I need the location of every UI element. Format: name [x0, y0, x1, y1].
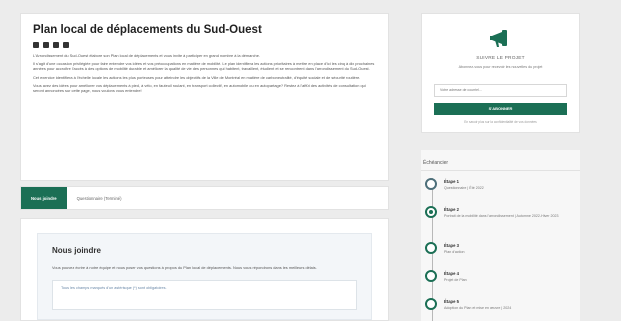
timeline-step: Étape 2 Portrait de la mobilité dans l'a…	[425, 206, 558, 219]
timeline: Échéancier Étape 1 Questionnaire | Été 2…	[421, 150, 580, 321]
tab-bar: Nous joindre Questionnaire (Terminé)	[20, 186, 389, 210]
step-title: Étape 5	[444, 299, 459, 304]
intro-paragraph: Il s'agit d'une occasion privilégiée pou…	[33, 61, 375, 72]
step-desc: Portrait de la mobilité dans l'arrondiss…	[444, 214, 559, 218]
page-title: Plan local de déplacements du Sud-Ouest	[33, 24, 262, 36]
megaphone-icon	[489, 28, 513, 50]
step-upcoming-icon	[425, 270, 437, 282]
email-field[interactable]	[434, 83, 567, 97]
step-title: Étape 3	[444, 243, 459, 248]
follow-project-box: SUIVRE LE PROJET Abonnez-vous pour recev…	[421, 13, 580, 133]
social-share	[33, 42, 376, 48]
project-description: Plan local de déplacements du Sud-Ouest …	[20, 13, 389, 181]
step-title: Étape 4	[444, 271, 459, 276]
contact-title: Nous joindre	[52, 246, 101, 255]
timeline-step: Étape 4 Projet de Plan	[425, 270, 467, 283]
intro-paragraph: Vous avez des idées pour améliorer vos d…	[33, 82, 366, 94]
facebook-icon[interactable]	[33, 42, 39, 48]
timeline-step: Étape 3 Plan d'action	[425, 242, 464, 255]
contact-card: Nous joindre Vous pouvez écrire à notre …	[37, 233, 372, 320]
linkedin-icon[interactable]	[53, 42, 59, 48]
intro-paragraph: L'Arrondissement du Sud-Ouest élabore so…	[33, 53, 260, 58]
step-upcoming-icon	[425, 298, 437, 310]
tab-nous-joindre[interactable]: Nous joindre	[21, 187, 67, 209]
follow-title: SUIVRE LE PROJET	[476, 56, 525, 61]
contact-section: Nous joindre Vous pouvez écrire à notre …	[20, 218, 389, 321]
step-desc: Projet de Plan	[444, 278, 467, 282]
step-desc: Plan d'action	[444, 250, 465, 254]
step-upcoming-icon	[425, 242, 437, 254]
follow-subtitle: Abonnez-vous pour recevoir les nouvelles…	[458, 65, 543, 69]
twitter-icon[interactable]	[43, 42, 49, 48]
contact-form[interactable]: Tous les champs marqués d'un astérisque …	[52, 280, 357, 311]
timeline-step: Étape 1 Questionnaire | Été 2022	[425, 178, 484, 191]
intro-text: L'Arrondissement du Sud-Ouest élabore so…	[33, 53, 376, 93]
intro-paragraph: Cet exercice identifiera à l'échelle loc…	[33, 74, 361, 80]
step-current-icon	[425, 206, 437, 218]
tab-questionnaire[interactable]: Questionnaire (Terminé)	[67, 187, 132, 209]
email-icon[interactable]	[63, 42, 69, 48]
step-desc: Questionnaire | Été 2022	[444, 186, 484, 190]
page: Plan local de déplacements du Sud-Ouest …	[0, 0, 621, 321]
step-title: Étape 1	[444, 179, 459, 184]
timeline-heading: Échéancier	[421, 150, 580, 171]
contact-text: Vous pouvez écrire à notre équipe et nou…	[52, 265, 317, 270]
timeline-step: Étape 5 Adoption du Plan et mise en œuvr…	[425, 298, 511, 311]
privacy-link[interactable]: En savoir plus sur la confidentialité de…	[434, 120, 567, 124]
subscribe-button[interactable]: S'ABONNER	[434, 102, 567, 115]
form-required-note: Tous les champs marqués d'un astérisque …	[61, 286, 167, 291]
step-title: Étape 2	[444, 207, 459, 212]
step-desc: Adoption du Plan et mise en œuvre | 2024	[444, 306, 512, 310]
step-done-icon	[425, 178, 437, 190]
